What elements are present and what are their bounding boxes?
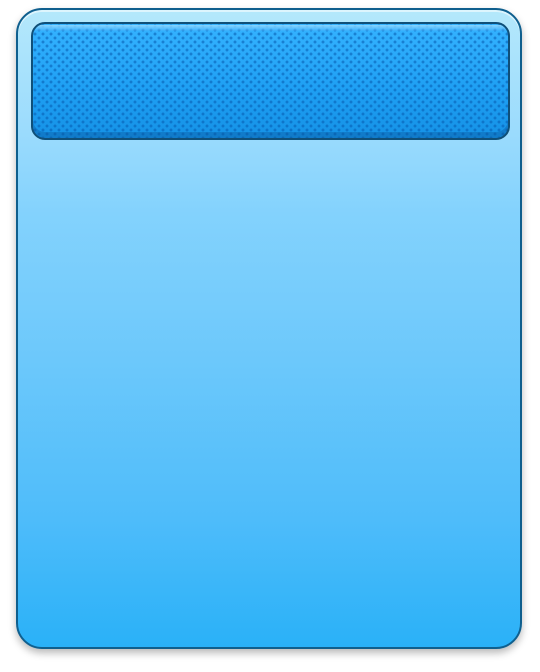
panel-header-bar bbox=[31, 22, 510, 140]
panel-content-area bbox=[31, 150, 510, 630]
panel-title bbox=[33, 24, 508, 138]
